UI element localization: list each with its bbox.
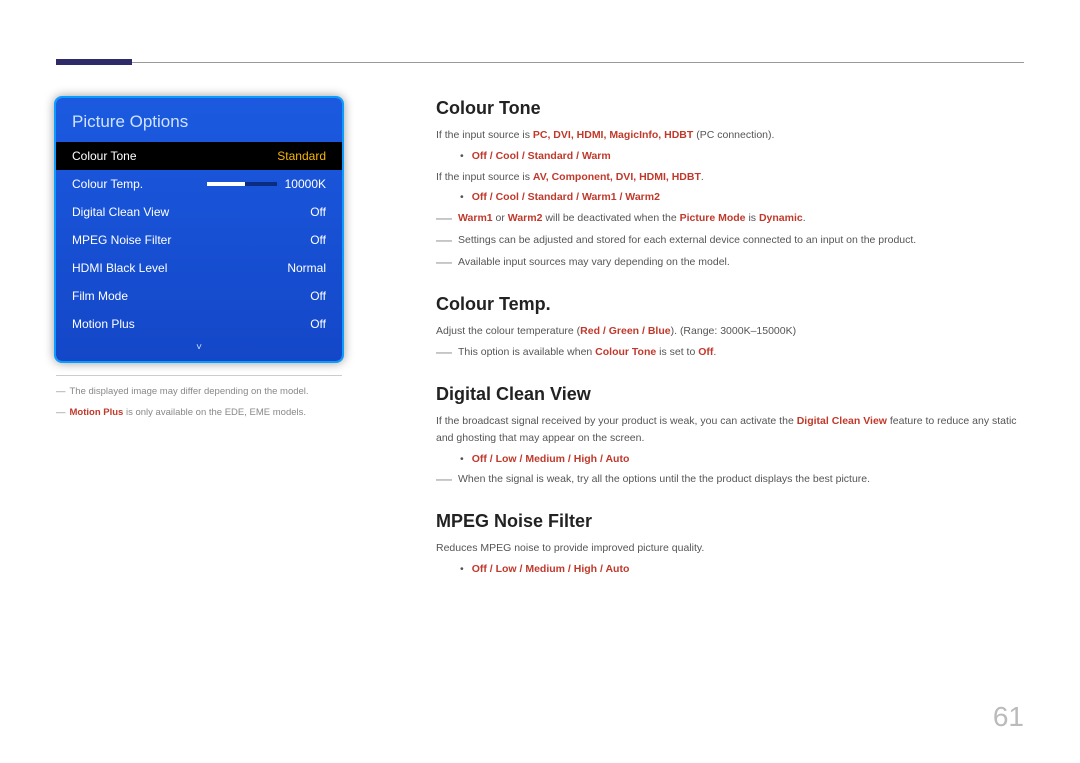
row-value: Standard <box>277 149 326 163</box>
option-list: Off / Cool / Standard / Warm1 / Warm2 <box>460 189 1024 206</box>
panel-title: Picture Options <box>56 112 342 142</box>
temp-slider[interactable] <box>207 182 277 186</box>
row-value-group: 10000K <box>207 177 326 191</box>
page: Picture Options Colour Tone Standard Col… <box>0 0 1080 763</box>
option-list: Off / Low / Medium / High / Auto <box>460 561 1024 578</box>
note-row: ―Settings can be adjusted and stored for… <box>436 232 1024 250</box>
section-title: Colour Tone <box>436 98 1024 119</box>
right-column: Colour Tone If the input source is PC, D… <box>436 98 1024 600</box>
option-list: Off / Cool / Standard / Warm <box>460 148 1024 165</box>
section-colour-tone: Colour Tone If the input source is PC, D… <box>436 98 1024 272</box>
section-dcv: Digital Clean View If the broadcast sign… <box>436 384 1024 489</box>
row-label: Digital Clean View <box>72 205 169 219</box>
section-title: Colour Temp. <box>436 294 1024 315</box>
footnote-2: ―Motion Plus is only available on the ED… <box>56 405 396 420</box>
row-value: 10000K <box>285 177 326 191</box>
row-label: MPEG Noise Filter <box>72 233 171 247</box>
note-row: ―When the signal is weak, try all the op… <box>436 471 1024 489</box>
content: Picture Options Colour Tone Standard Col… <box>56 98 1024 600</box>
note-row: ― This option is available when Colour T… <box>436 344 1024 362</box>
body-text: If the input source is PC, DVI, HDMI, Ma… <box>436 127 1024 144</box>
left-column: Picture Options Colour Tone Standard Col… <box>56 98 396 600</box>
section-colour-temp: Colour Temp. Adjust the colour temperatu… <box>436 294 1024 362</box>
body-text: Reduces MPEG noise to provide improved p… <box>436 540 1024 557</box>
row-value: Off <box>310 205 326 219</box>
row-label: Film Mode <box>72 289 128 303</box>
row-label: Motion Plus <box>72 317 135 331</box>
panel-row-motion-plus[interactable]: Motion Plus Off <box>56 310 342 338</box>
chevron-down-icon[interactable]: ˅ <box>56 338 342 353</box>
page-number: 61 <box>993 701 1024 733</box>
row-value: Off <box>310 233 326 247</box>
option-list: Off / Low / Medium / High / Auto <box>460 451 1024 468</box>
header-accent <box>56 59 132 65</box>
panel-row-film-mode[interactable]: Film Mode Off <box>56 282 342 310</box>
row-label: Colour Tone <box>72 149 137 163</box>
panel-row-hdmi-black[interactable]: HDMI Black Level Normal <box>56 254 342 282</box>
header-rule <box>56 62 1024 63</box>
panel-row-colour-tone[interactable]: Colour Tone Standard <box>56 142 342 170</box>
panel-row-dcv[interactable]: Digital Clean View Off <box>56 198 342 226</box>
row-value: Off <box>310 317 326 331</box>
section-mpeg: MPEG Noise Filter Reduces MPEG noise to … <box>436 511 1024 578</box>
row-label: Colour Temp. <box>72 177 143 191</box>
footnote-1: ―The displayed image may differ dependin… <box>56 384 396 399</box>
body-text: If the input source is AV, Component, DV… <box>436 169 1024 186</box>
panel-row-colour-temp[interactable]: Colour Temp. 10000K <box>56 170 342 198</box>
section-title: MPEG Noise Filter <box>436 511 1024 532</box>
note-row: ―Available input sources may vary depend… <box>436 254 1024 272</box>
picture-options-panel: Picture Options Colour Tone Standard Col… <box>56 98 342 361</box>
body-text: Adjust the colour temperature (Red / Gre… <box>436 323 1024 340</box>
note-row: ― Warm1 or Warm2 will be deactivated whe… <box>436 210 1024 228</box>
row-label: HDMI Black Level <box>72 261 167 275</box>
row-value: Off <box>310 289 326 303</box>
row-value: Normal <box>287 261 326 275</box>
body-text: If the broadcast signal received by your… <box>436 413 1024 447</box>
panel-row-mpeg[interactable]: MPEG Noise Filter Off <box>56 226 342 254</box>
left-divider <box>56 375 342 376</box>
section-title: Digital Clean View <box>436 384 1024 405</box>
